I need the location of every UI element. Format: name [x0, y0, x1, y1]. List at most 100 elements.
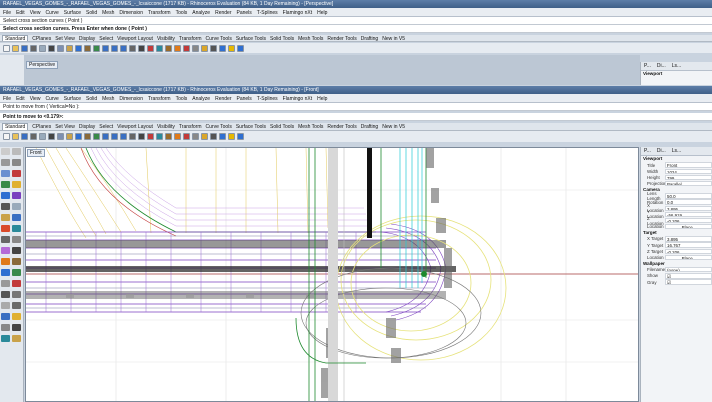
toolbar-tab-mesh-tools[interactable]: Mesh Tools [298, 124, 323, 130]
toolbar-tab-cplanes[interactable]: CPlanes [32, 124, 51, 130]
toolbar-tab-transform[interactable]: Transform [179, 124, 202, 130]
cylinder-tool-icon[interactable] [1, 225, 10, 232]
toolbar-tab-viewport-layout[interactable]: Viewport Layout [117, 36, 153, 41]
toolbar-tab-curve-tools[interactable]: Curve Tools [206, 36, 232, 41]
extrude-tool-icon[interactable] [12, 203, 21, 210]
menu-item-analyze[interactable]: Analyze [192, 96, 210, 102]
render-icon[interactable] [174, 44, 181, 52]
mirror-tool-icon[interactable] [1, 302, 10, 309]
save-icon[interactable] [21, 133, 28, 140]
point-tool-icon[interactable] [12, 148, 21, 155]
toolbar-tab-drafting[interactable]: Drafting [361, 36, 379, 41]
ellipse-tool-icon[interactable] [12, 181, 21, 188]
toolbar-tab-standard[interactable]: Standard [2, 35, 29, 41]
prop-value[interactable]: 3.895 [665, 205, 712, 211]
panel-tab-2[interactable]: Ls... [670, 63, 683, 69]
toolbar-tab-viewport-layout[interactable]: Viewport Layout [117, 124, 153, 130]
prop-value[interactable]: 1024 [665, 168, 712, 174]
menu-item-panels[interactable]: Panels [237, 10, 252, 16]
prop-value[interactable]: -0.206 [665, 248, 712, 255]
prop-value[interactable]: 3.895 [665, 236, 712, 242]
rotate-icon[interactable] [93, 44, 100, 52]
save-icon[interactable] [21, 44, 28, 52]
shade-icon[interactable] [201, 44, 208, 52]
prop-value[interactable]: 16.767 [665, 242, 712, 248]
import-icon[interactable] [39, 44, 46, 52]
undo-icon[interactable] [75, 44, 82, 52]
menu-item-edit[interactable]: Edit [16, 96, 25, 102]
layer-icon[interactable] [156, 44, 163, 52]
join-tool-icon[interactable] [1, 269, 10, 276]
toolbar-tab-drafting[interactable]: Drafting [361, 124, 379, 130]
menu-item-help[interactable]: Help [317, 10, 327, 16]
toolbar-tab-display[interactable]: Display [79, 36, 95, 41]
menu-item-view[interactable]: View [30, 96, 41, 102]
menu-item-flamingo-nxt[interactable]: Flamingo nXt [283, 96, 312, 102]
select-tool-icon[interactable] [1, 148, 10, 155]
panel-tab-2[interactable]: Ls... [670, 148, 683, 154]
analyze-tool-icon[interactable] [1, 313, 10, 320]
hide-tool-icon[interactable] [12, 324, 21, 331]
camera-place-button[interactable]: Place... [665, 224, 712, 230]
prop-value[interactable]: 0.0 [665, 199, 712, 205]
toolbar-tab-surface-tools[interactable]: Surface Tools [236, 124, 266, 130]
toolbar-tab-render-tools[interactable]: Render Tools [327, 36, 356, 41]
menu-item-panels[interactable]: Panels [237, 96, 252, 102]
toolbar-tab-render-tools[interactable]: Render Tools [327, 124, 356, 130]
toolbar-tab-display[interactable]: Display [79, 124, 95, 130]
display-icon[interactable] [219, 133, 226, 140]
polyline-tool-icon[interactable] [12, 159, 21, 166]
menu-item-t-splines[interactable]: T-Splines [257, 96, 278, 102]
panel-tab-0[interactable]: P... [642, 148, 653, 154]
menu-item-solid[interactable]: Solid [86, 96, 97, 102]
layer-icon[interactable] [156, 133, 163, 140]
menu-item-mesh[interactable]: Mesh [102, 96, 114, 102]
prop-value[interactable]: 799 [665, 174, 712, 181]
copy-icon[interactable] [57, 44, 64, 52]
toolbar-tab-new-in-v5[interactable]: New in V5 [382, 124, 405, 130]
open-icon[interactable] [12, 44, 19, 52]
menu-item-surface[interactable]: Surface [64, 10, 81, 16]
prop-value[interactable]: 50.0 [665, 193, 712, 199]
front-viewport-label[interactable]: Front [27, 149, 45, 157]
text-tool-icon[interactable] [12, 236, 21, 243]
help-icon[interactable] [237, 133, 244, 140]
top-viewport-label[interactable]: Perspective [26, 61, 59, 69]
dimension-tool-icon[interactable] [1, 236, 10, 243]
prop-value[interactable]: (none) [665, 267, 712, 273]
prop-value[interactable]: Front [665, 162, 712, 168]
circle-tool-icon[interactable] [12, 170, 21, 177]
array-tool-icon[interactable] [12, 302, 21, 309]
prop-value[interactable]: Parallel [665, 180, 712, 187]
options-icon[interactable] [228, 44, 235, 52]
box-tool-icon[interactable] [1, 214, 10, 221]
toolbar-tab-cplanes[interactable]: CPlanes [32, 36, 51, 41]
cplane-icon[interactable] [147, 44, 154, 52]
target-place-button[interactable]: Place... [665, 254, 712, 261]
panel-tab-0[interactable]: P... [642, 63, 653, 69]
undo-icon[interactable] [75, 133, 82, 140]
paste-icon[interactable] [66, 44, 73, 52]
polygon-tool-icon[interactable] [12, 192, 21, 199]
toolbar-tab-mesh-tools[interactable]: Mesh Tools [298, 36, 323, 41]
new-file-icon[interactable] [3, 133, 10, 140]
lock-tool-icon[interactable] [1, 335, 10, 342]
print-icon[interactable] [30, 133, 37, 140]
top-command-prompt[interactable]: Select cross section curves. Press Enter… [0, 25, 712, 33]
menu-item-view[interactable]: View [30, 10, 41, 16]
select-icon[interactable] [129, 44, 136, 52]
grid-icon[interactable] [138, 133, 145, 140]
menu-item-help[interactable]: Help [317, 96, 327, 102]
grid-icon[interactable] [138, 44, 145, 52]
cut-icon[interactable] [48, 133, 55, 140]
menu-item-transform[interactable]: Transform [148, 96, 171, 102]
zoom-icon[interactable] [102, 44, 109, 52]
print-icon[interactable] [30, 44, 37, 52]
material-icon[interactable] [183, 44, 190, 52]
display-icon[interactable] [219, 44, 226, 52]
rotate-tool-icon[interactable] [1, 291, 10, 298]
mesh-tool-icon[interactable] [12, 225, 21, 232]
zoom-window-icon[interactable] [120, 44, 127, 52]
toolbar-tab-transform[interactable]: Transform [179, 36, 202, 41]
menu-item-file[interactable]: File [3, 96, 11, 102]
